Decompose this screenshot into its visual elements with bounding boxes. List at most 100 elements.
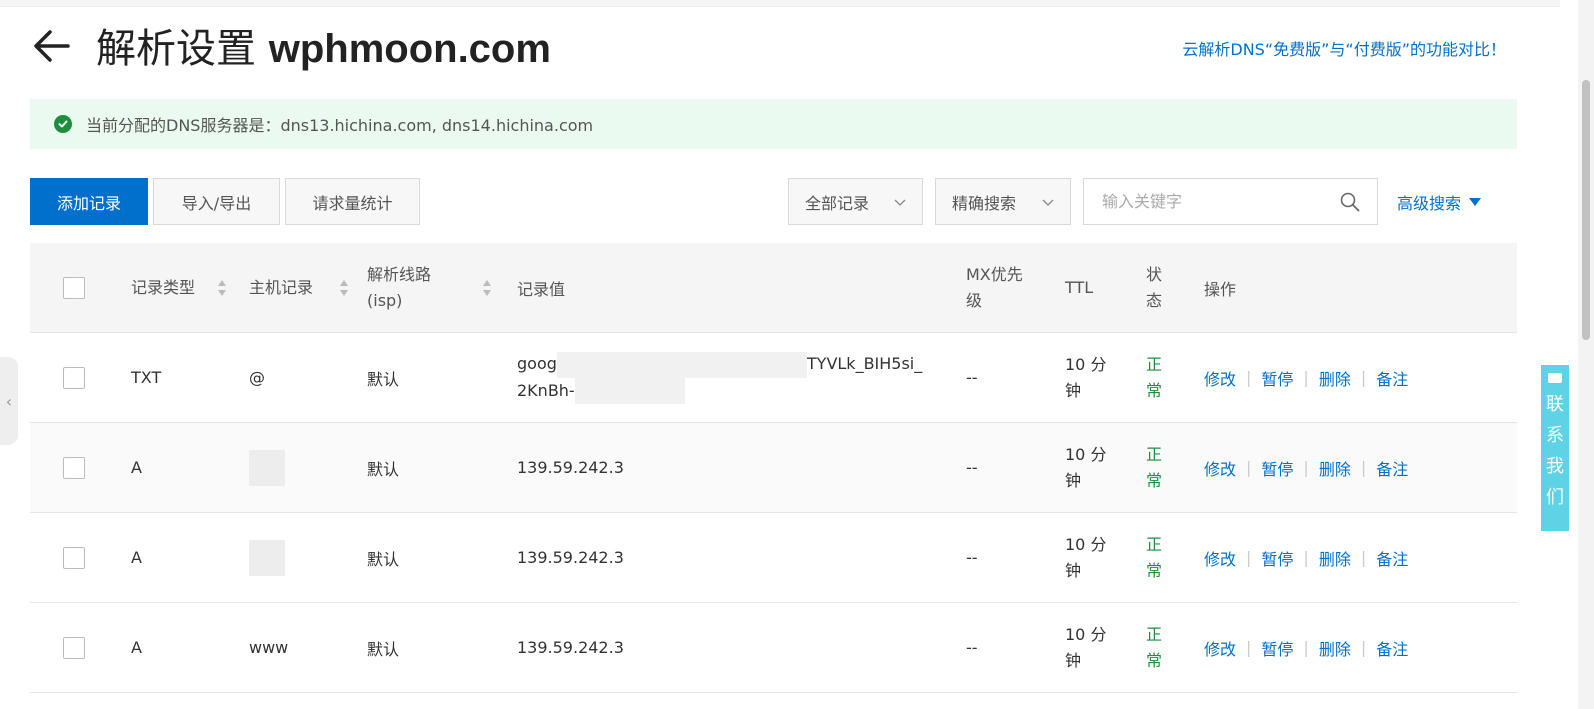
edit-link[interactable]: 修改 (1204, 546, 1236, 570)
import-export-button[interactable]: 导入/导出 (153, 178, 280, 225)
table-header: 记录类型 主机记录 解析线路(isp) 记录值 MX优先级 TTL 状态 操作 (30, 243, 1517, 333)
header-ttl: TTL (1065, 278, 1094, 297)
search-mode-value: 精确搜索 (952, 193, 1017, 213)
header-host[interactable]: 主机记录 (249, 243, 349, 332)
version-compare-link[interactable]: 云解析DNS“免费版”与“付费版”的功能对比！ (1182, 36, 1506, 60)
record-mx: -- (966, 458, 978, 477)
caret-down-icon (1469, 198, 1482, 206)
record-type: A (131, 638, 142, 657)
pause-link[interactable]: 暂停 (1261, 636, 1293, 660)
row-checkbox[interactable] (63, 546, 85, 569)
record-value: 139.59.242.3 (517, 458, 624, 477)
record-host (249, 423, 349, 512)
records-filter-value: 全部记录 (805, 193, 870, 213)
header-mx: MX优先级 (966, 264, 1023, 310)
separator: | (1246, 638, 1252, 657)
record-type: A (131, 548, 142, 567)
record-status: 正常 (1146, 534, 1163, 580)
record-type: A (131, 458, 142, 477)
note-link[interactable]: 备注 (1376, 366, 1408, 390)
contact-us-widget[interactable]: 联系我们 (1541, 365, 1569, 531)
delete-link[interactable]: 删除 (1319, 366, 1351, 390)
records-filter-select[interactable]: 全部记录 (788, 178, 923, 225)
record-line: 默认 (367, 639, 400, 659)
record-value-end: TYVLk_BIH5si_ (806, 354, 923, 373)
record-value: 139.59.242.3 (517, 548, 624, 567)
table-row: TXT @ 默认 goog TYVLk_BIH5si_ 2KnBh- -- 10 … (30, 333, 1517, 423)
delete-link[interactable]: 删除 (1319, 546, 1351, 570)
keyword-search-box[interactable] (1083, 178, 1378, 225)
separator: | (1246, 368, 1252, 387)
record-line: 默认 (367, 459, 400, 479)
record-value: 139.59.242.3 (517, 638, 624, 657)
side-collapse-tab[interactable]: ‹ (0, 357, 18, 445)
row-checkbox[interactable] (63, 636, 85, 659)
separator: | (1303, 638, 1309, 657)
check-circle-icon (54, 115, 72, 133)
search-mode-select[interactable]: 精确搜索 (935, 178, 1071, 225)
note-link[interactable]: 备注 (1376, 456, 1408, 480)
row-actions: 修改 | 暂停 | 删除 | 备注 (1204, 513, 1504, 602)
delete-link[interactable]: 删除 (1319, 456, 1351, 480)
record-host: @ (249, 368, 265, 387)
sort-icon[interactable] (482, 279, 492, 297)
separator: | (1360, 368, 1367, 387)
back-arrow-icon[interactable] (30, 24, 74, 68)
dns-server-notice: 当前分配的DNS服务器是：dns13.hichina.com, dns14.hi… (30, 99, 1517, 149)
record-host: www (249, 638, 289, 657)
edit-link[interactable]: 修改 (1204, 366, 1236, 390)
header-status: 状态 (1146, 264, 1163, 310)
separator: | (1303, 458, 1309, 477)
advanced-search-toggle[interactable]: 高级搜索 (1397, 190, 1482, 214)
redacted-block (249, 539, 285, 576)
separator: | (1360, 458, 1367, 477)
record-type: TXT (131, 368, 162, 387)
chat-icon (1548, 373, 1562, 383)
note-link[interactable]: 备注 (1376, 546, 1408, 570)
add-record-button[interactable]: 添加记录 (30, 178, 148, 225)
chevron-down-icon (1042, 192, 1054, 211)
scrollbar-thumb[interactable] (1582, 80, 1590, 340)
pause-link[interactable]: 暂停 (1261, 456, 1293, 480)
record-ttl: 10 分钟 (1065, 444, 1107, 490)
search-input[interactable] (1100, 191, 1339, 212)
sort-icon[interactable] (339, 279, 349, 297)
pause-link[interactable]: 暂停 (1261, 366, 1293, 390)
edit-link[interactable]: 修改 (1204, 456, 1236, 480)
row-checkbox[interactable] (63, 366, 85, 389)
record-ttl: 10 分钟 (1065, 354, 1107, 400)
contact-label: 联系我们 (1546, 394, 1564, 508)
pause-link[interactable]: 暂停 (1261, 546, 1293, 570)
record-mx: -- (966, 548, 978, 567)
delete-link[interactable]: 删除 (1319, 636, 1351, 660)
separator: | (1246, 458, 1252, 477)
row-actions: 修改 | 暂停 | 删除 | 备注 (1204, 603, 1504, 692)
record-value: goog TYVLk_BIH5si_ 2KnBh- (517, 333, 957, 422)
page-title-text: 解析设置 (96, 26, 256, 72)
separator: | (1303, 368, 1309, 387)
chevron-down-icon (894, 192, 906, 211)
request-stats-button[interactable]: 请求量统计 (285, 178, 420, 225)
record-status: 正常 (1146, 354, 1163, 400)
vertical-scrollbar[interactable] (1578, 0, 1594, 709)
select-all-checkbox[interactable] (63, 276, 85, 299)
edit-link[interactable]: 修改 (1204, 636, 1236, 660)
record-host (249, 513, 349, 602)
header-ops: 操作 (1204, 279, 1237, 299)
header-line[interactable]: 解析线路(isp) (367, 243, 492, 332)
search-icon[interactable] (1339, 191, 1361, 213)
domain-name: wphmoon.com (268, 27, 551, 71)
record-mx: -- (966, 638, 978, 657)
header-type[interactable]: 记录类型 (131, 243, 227, 332)
top-edge (0, 0, 1560, 7)
notice-text: 当前分配的DNS服务器是：dns13.hichina.com, dns14.hi… (86, 116, 594, 135)
note-link[interactable]: 备注 (1376, 636, 1408, 660)
sort-icon[interactable] (217, 279, 227, 297)
row-checkbox[interactable] (63, 456, 85, 479)
separator: | (1360, 548, 1367, 567)
record-line: 默认 (367, 369, 400, 389)
record-ttl: 10 分钟 (1065, 624, 1107, 670)
header-value: 记录值 (517, 279, 566, 299)
advanced-search-label: 高级搜索 (1397, 194, 1462, 213)
separator: | (1360, 638, 1367, 657)
